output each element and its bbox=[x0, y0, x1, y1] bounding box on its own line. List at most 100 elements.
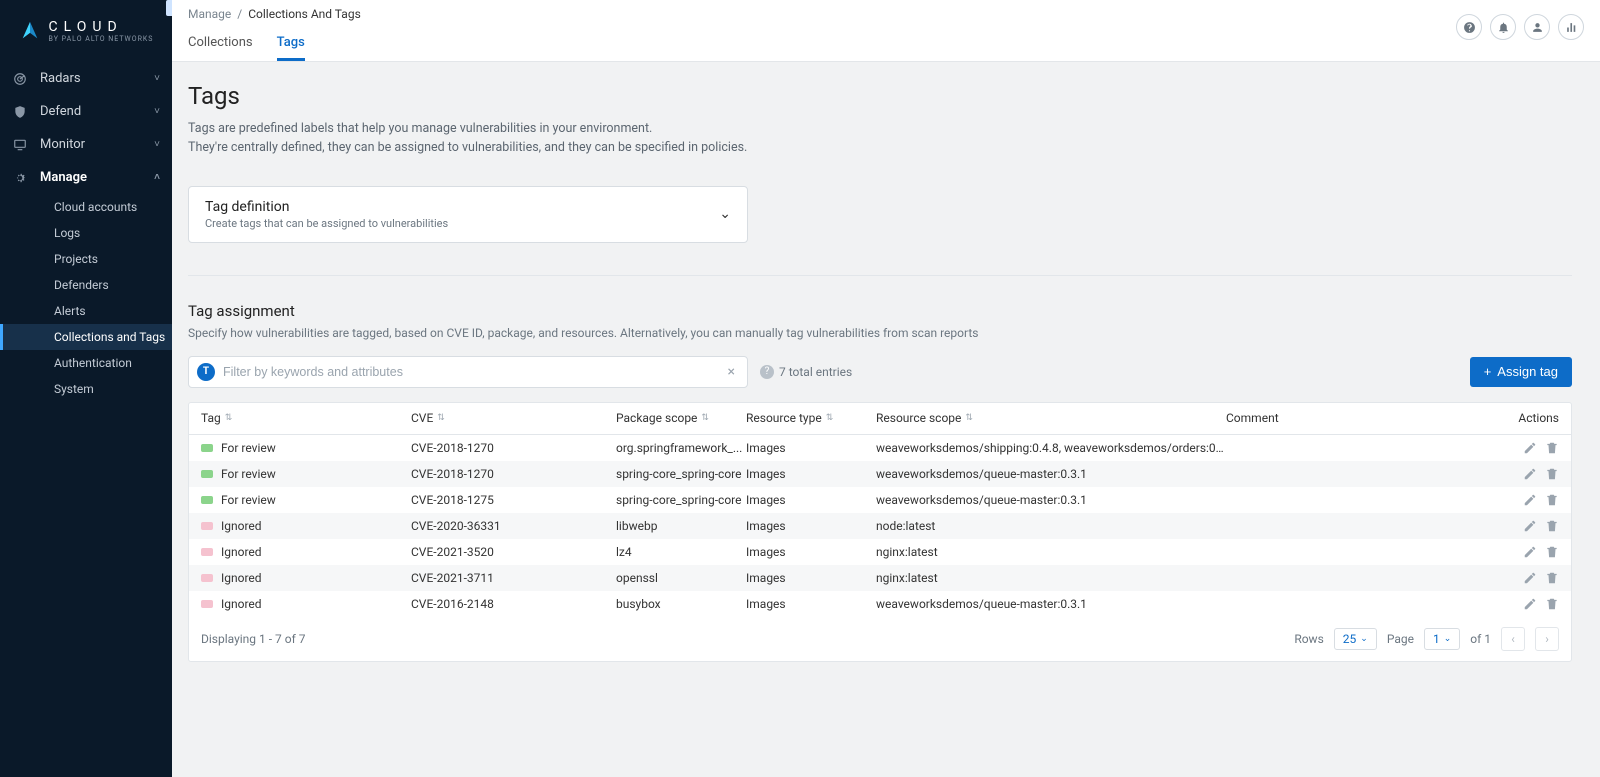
help-icon[interactable] bbox=[1456, 14, 1482, 40]
tag-assignment-desc: Specify how vulnerabilities are tagged, … bbox=[188, 326, 1572, 340]
cell-resource-scope: weaveworksdemos/queue-master:0.3.1 bbox=[876, 597, 1226, 611]
rows-label: Rows bbox=[1294, 632, 1323, 646]
tab-collections[interactable]: Collections bbox=[188, 35, 253, 61]
sidebar: ‹ CLOUD BY PALO ALTO NETWORKS Radars˅Def… bbox=[0, 0, 172, 777]
tag-assignment-title: Tag assignment bbox=[188, 302, 1572, 320]
col-tag[interactable]: Tag⇅ bbox=[201, 411, 411, 425]
table-row[interactable]: IgnoredCVE-2020-36331libwebpImagesnode:l… bbox=[189, 513, 1571, 539]
topbar-actions bbox=[1456, 14, 1584, 40]
trash-icon[interactable] bbox=[1545, 493, 1559, 507]
sidebar-subitem-projects[interactable]: Projects bbox=[0, 246, 172, 272]
total-entries: ? 7 total entries bbox=[760, 365, 852, 379]
edit-icon[interactable] bbox=[1523, 519, 1537, 533]
sidebar-item-monitor[interactable]: Monitor˅ bbox=[0, 128, 172, 161]
panel-subtitle: Create tags that can be assigned to vuln… bbox=[205, 217, 448, 230]
sidebar-item-defend[interactable]: Defend˅ bbox=[0, 95, 172, 128]
assign-tag-button[interactable]: + Assign tag bbox=[1470, 357, 1572, 387]
col-actions: Actions bbox=[1499, 411, 1559, 425]
table-row[interactable]: IgnoredCVE-2021-3520lz4Imagesnginx:lates… bbox=[189, 539, 1571, 565]
table-row[interactable]: IgnoredCVE-2021-3711opensslImagesnginx:l… bbox=[189, 565, 1571, 591]
filter-input[interactable] bbox=[223, 365, 724, 379]
breadcrumb: Manage / Collections And Tags bbox=[188, 0, 1584, 28]
col-resource-scope[interactable]: Resource scope⇅ bbox=[876, 411, 1226, 425]
cell-resource-scope: node:latest bbox=[876, 519, 1226, 533]
bell-icon[interactable] bbox=[1490, 14, 1516, 40]
breadcrumb-current: Collections And Tags bbox=[248, 7, 361, 21]
breadcrumb-root[interactable]: Manage bbox=[188, 7, 231, 21]
trash-icon[interactable] bbox=[1545, 467, 1559, 481]
filter-chip-icon: T bbox=[197, 363, 215, 381]
sidebar-subitem-alerts[interactable]: Alerts bbox=[0, 298, 172, 324]
sidebar-subitem-defenders[interactable]: Defenders bbox=[0, 272, 172, 298]
chart-icon[interactable] bbox=[1558, 14, 1584, 40]
rows-select[interactable]: 25⌄ bbox=[1334, 628, 1377, 650]
assignment-table: Tag⇅ CVE⇅ Package scope⇅ Resource type⇅ … bbox=[188, 402, 1572, 662]
cell-cve: CVE-2020-36331 bbox=[411, 519, 616, 533]
col-package-scope[interactable]: Package scope⇅ bbox=[616, 411, 746, 425]
sidebar-item-label: Defend bbox=[40, 104, 81, 119]
trash-icon[interactable] bbox=[1545, 597, 1559, 611]
chevron-up-icon: ˄ bbox=[154, 172, 160, 183]
trash-icon[interactable] bbox=[1545, 519, 1559, 533]
prev-page-button[interactable]: ‹ bbox=[1501, 627, 1525, 651]
next-page-button[interactable]: › bbox=[1535, 627, 1559, 651]
tag-swatch-icon bbox=[201, 600, 213, 608]
sort-icon: ⇅ bbox=[225, 416, 233, 421]
brand-icon bbox=[19, 20, 41, 42]
cell-package-scope: spring-core_spring-core bbox=[616, 493, 746, 507]
shield-icon bbox=[12, 104, 28, 120]
sidebar-subitem-logs[interactable]: Logs bbox=[0, 220, 172, 246]
edit-icon[interactable] bbox=[1523, 597, 1537, 611]
edit-icon[interactable] bbox=[1523, 545, 1537, 559]
close-icon[interactable]: × bbox=[724, 364, 739, 380]
edit-icon[interactable] bbox=[1523, 571, 1537, 585]
sort-icon: ⇅ bbox=[701, 416, 709, 421]
cell-package-scope: openssl bbox=[616, 571, 746, 585]
tag-swatch-icon bbox=[201, 548, 213, 556]
table-row[interactable]: For reviewCVE-2018-1275spring-core_sprin… bbox=[189, 487, 1571, 513]
sidebar-subitem-collections-and-tags[interactable]: Collections and Tags bbox=[0, 324, 172, 350]
cell-cve: CVE-2018-1270 bbox=[411, 441, 616, 455]
table-row[interactable]: For reviewCVE-2018-1270spring-core_sprin… bbox=[189, 461, 1571, 487]
gear-icon bbox=[12, 170, 28, 186]
sidebar-item-radars[interactable]: Radars˅ bbox=[0, 62, 172, 95]
breadcrumb-sep: / bbox=[237, 7, 242, 21]
edit-icon[interactable] bbox=[1523, 467, 1537, 481]
edit-icon[interactable] bbox=[1523, 441, 1537, 455]
table-row[interactable]: IgnoredCVE-2016-2148busyboxImagesweavewo… bbox=[189, 591, 1571, 617]
col-cve[interactable]: CVE⇅ bbox=[411, 411, 616, 425]
chevron-down-icon: ⌄ bbox=[1444, 634, 1452, 644]
cell-cve: CVE-2018-1275 bbox=[411, 493, 616, 507]
cell-actions bbox=[1499, 467, 1559, 481]
sidebar-subitem-authentication[interactable]: Authentication bbox=[0, 350, 172, 376]
brand-logo[interactable]: CLOUD BY PALO ALTO NETWORKS bbox=[0, 0, 172, 62]
sidebar-subitem-cloud-accounts[interactable]: Cloud accounts bbox=[0, 194, 172, 220]
sort-icon: ⇅ bbox=[965, 416, 973, 421]
cell-tag: For review bbox=[201, 467, 411, 481]
sidebar-item-manage[interactable]: Manage˄ bbox=[0, 161, 172, 194]
edit-icon[interactable] bbox=[1523, 493, 1537, 507]
col-resource-type[interactable]: Resource type⇅ bbox=[746, 411, 876, 425]
cell-cve: CVE-2021-3520 bbox=[411, 545, 616, 559]
plus-icon: + bbox=[1484, 364, 1492, 379]
cell-resource-scope: weaveworksdemos/shipping:0.4.8, weavewor… bbox=[876, 441, 1226, 455]
cell-resource-type: Images bbox=[746, 493, 876, 507]
trash-icon[interactable] bbox=[1545, 441, 1559, 455]
sidebar-subitem-system[interactable]: System bbox=[0, 376, 172, 402]
tabs: Collections Tags bbox=[188, 28, 1584, 61]
cell-actions bbox=[1499, 571, 1559, 585]
info-icon[interactable]: ? bbox=[760, 365, 774, 379]
filter-box[interactable]: T × bbox=[188, 356, 748, 388]
cell-resource-type: Images bbox=[746, 441, 876, 455]
trash-icon[interactable] bbox=[1545, 571, 1559, 585]
table-row[interactable]: For reviewCVE-2018-1270org.springframewo… bbox=[189, 435, 1571, 461]
trash-icon[interactable] bbox=[1545, 545, 1559, 559]
tab-tags[interactable]: Tags bbox=[277, 35, 305, 61]
page-select[interactable]: 1⌄ bbox=[1424, 628, 1460, 650]
brand-title: CLOUD bbox=[49, 19, 123, 35]
tag-swatch-icon bbox=[201, 470, 213, 478]
col-comment[interactable]: Comment bbox=[1226, 411, 1499, 425]
tag-definition-panel[interactable]: Tag definition Create tags that can be a… bbox=[188, 186, 748, 243]
user-icon[interactable] bbox=[1524, 14, 1550, 40]
cell-actions bbox=[1499, 519, 1559, 533]
